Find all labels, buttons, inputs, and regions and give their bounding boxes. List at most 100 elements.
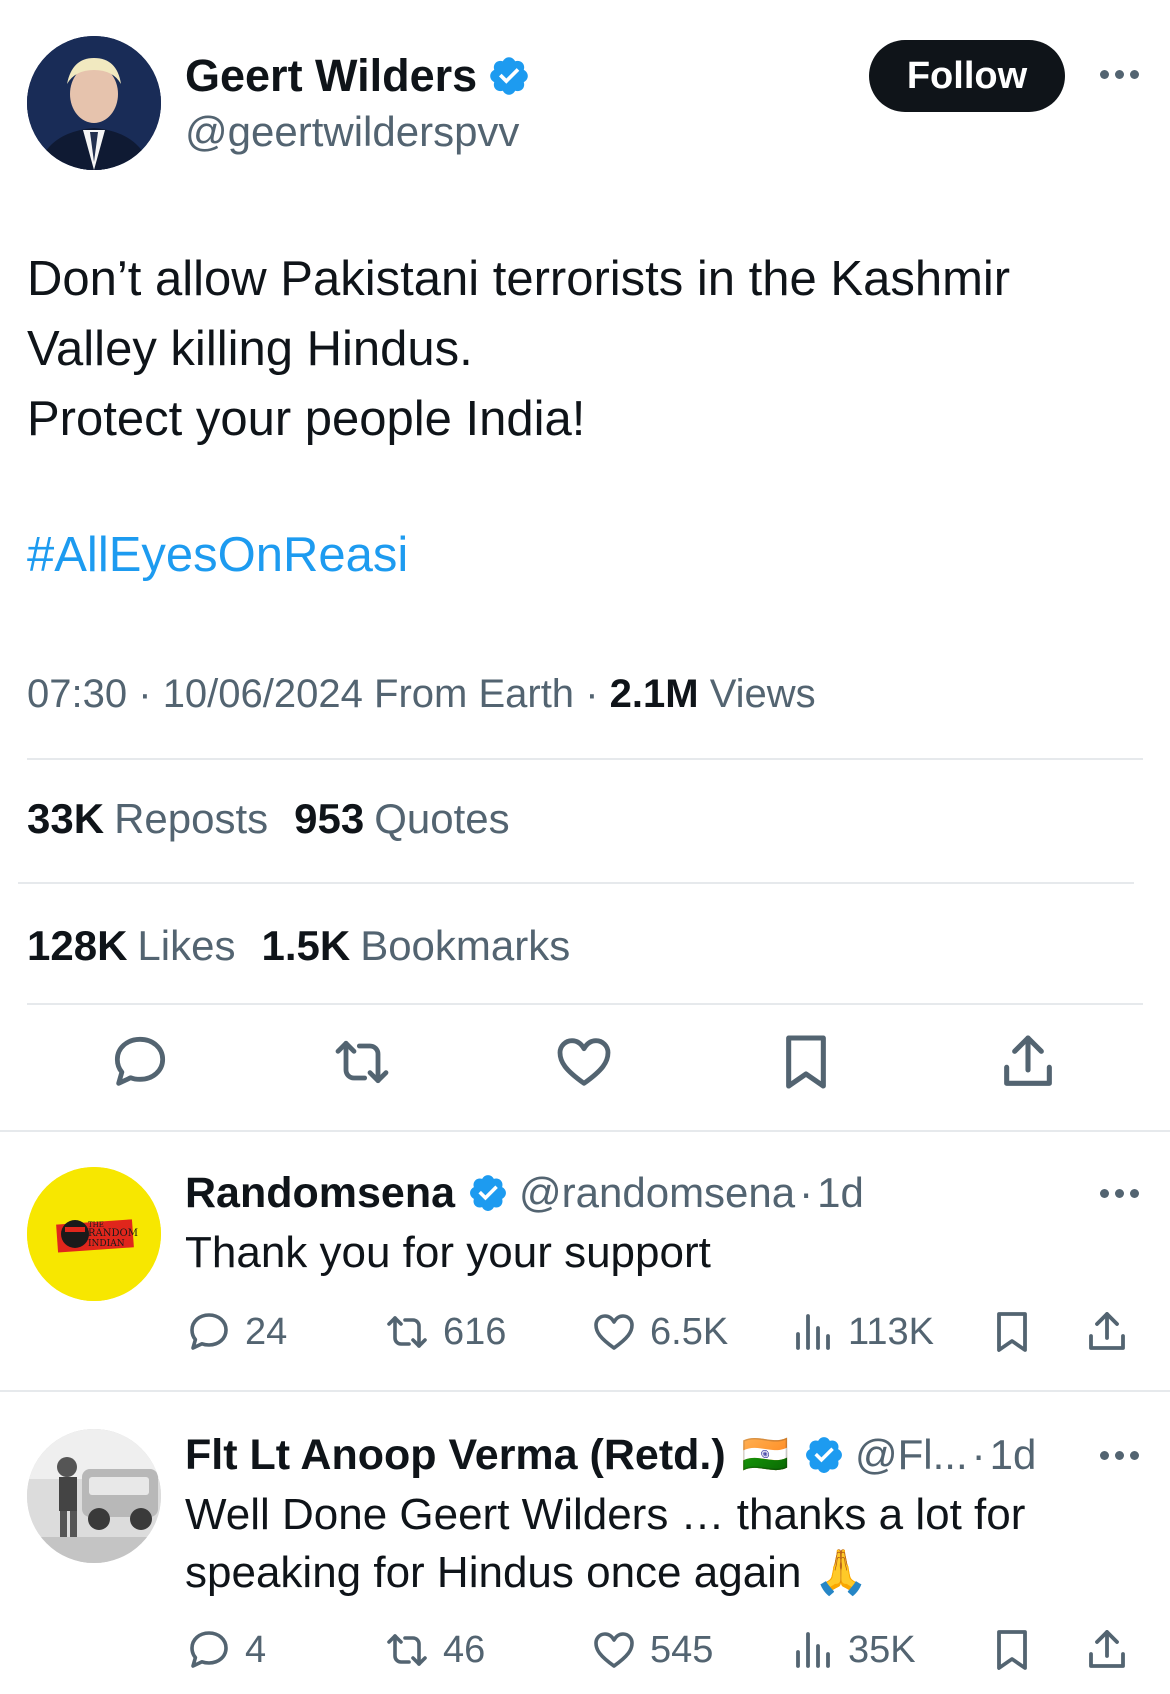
likes-bookmarks-stats: 128K Likes 1.5K Bookmarks: [27, 918, 570, 974]
views-count: 113K: [848, 1310, 934, 1353]
reposts-count: 33K: [27, 795, 105, 842]
repost-icon: [387, 1634, 427, 1666]
divider: [27, 1003, 1143, 1005]
reply-icon[interactable]: [108, 1030, 172, 1094]
reply-header: Flt Lt Anoop Verma (Retd.) 🇮🇳 @Fl... · 1…: [185, 1427, 1036, 1483]
bookmarks-label: Bookmarks: [360, 922, 571, 969]
more-options-icon[interactable]: [1100, 1451, 1139, 1460]
reply-author-handle[interactable]: @randomsena: [519, 1165, 795, 1221]
tweet-date[interactable]: 10/06/2024: [163, 672, 363, 716]
quotes-count: 953: [294, 795, 365, 842]
india-flag-icon: 🇮🇳: [741, 1434, 789, 1476]
reply-button[interactable]: 4: [185, 1622, 266, 1678]
bookmark-button[interactable]: [988, 1622, 1036, 1678]
hashtag-link[interactable]: #AllEyesOnReasi: [27, 520, 408, 590]
share-button[interactable]: [1083, 1622, 1131, 1678]
reply-avatar[interactable]: THE RANDOM INDIAN: [27, 1167, 161, 1301]
repost-icon: [387, 1316, 427, 1348]
divider: [18, 882, 1134, 884]
reposts-label: Reposts: [114, 795, 269, 842]
repost-icon[interactable]: [330, 1030, 394, 1094]
tweet-source: From Earth: [374, 672, 575, 716]
quotes-label: Quotes: [374, 795, 510, 842]
share-icon: [1089, 1630, 1125, 1668]
like-icon: [594, 1314, 634, 1350]
reply-avatar[interactable]: [27, 1429, 161, 1563]
bookmark-button[interactable]: [988, 1304, 1036, 1360]
likes-count: 128K: [27, 922, 128, 969]
like-button[interactable]: 6.5K: [590, 1304, 728, 1360]
like-icon: [594, 1632, 634, 1668]
author-name-row[interactable]: Geert Wilders: [185, 48, 531, 104]
reply-icon: [190, 1631, 228, 1668]
reply-item[interactable]: Flt Lt Anoop Verma (Retd.) 🇮🇳 @Fl... · 1…: [0, 1392, 1170, 1694]
reply-author-name[interactable]: Flt Lt Anoop Verma (Retd.): [185, 1427, 726, 1483]
views-count: 35K: [848, 1628, 916, 1671]
tweet-time[interactable]: 07:30: [27, 672, 127, 716]
bookmarks-stat[interactable]: 1.5K Bookmarks: [261, 922, 570, 969]
views-button[interactable]: 35K: [788, 1622, 916, 1678]
bookmark-icon: [997, 1312, 1027, 1352]
reply-age[interactable]: 1d: [990, 1427, 1037, 1483]
meta-separator: ·: [585, 672, 599, 716]
views-icon: [796, 1314, 830, 1350]
reply-actions: 4 46 545 35K: [185, 1622, 1145, 1678]
reply-text-line: Thank you for your support: [185, 1228, 711, 1277]
tweet-meta: 07:30 · 10/06/2024 From Earth · 2.1M Vie…: [27, 666, 816, 722]
verified-badge-icon: [490, 57, 528, 95]
tweet-text-line: Protect your people India!: [27, 392, 586, 446]
bookmark-icon: [997, 1630, 1027, 1670]
meta-separator: ·: [971, 1431, 986, 1478]
reply-header: Randomsena @randomsena · 1d: [185, 1165, 864, 1221]
like-count: 545: [650, 1628, 714, 1671]
author-avatar-image: [27, 36, 161, 170]
reply-text: Well Done Geert Wilders … thanks a lot f…: [185, 1486, 1025, 1602]
meta-separator: ·: [138, 672, 152, 716]
reply-text-line: speaking for Hindus once again 🙏: [185, 1548, 869, 1597]
reply-avatar-image: [27, 1429, 161, 1563]
reply-count: 4: [245, 1628, 267, 1671]
like-button[interactable]: 545: [590, 1622, 713, 1678]
like-count: 6.5K: [650, 1310, 729, 1353]
more-options-icon[interactable]: [1100, 70, 1139, 79]
tweet-text-line: Valley killing Hindus.: [27, 322, 473, 376]
reply-text: Thank you for your support: [185, 1224, 711, 1282]
repost-button[interactable]: 46: [383, 1622, 485, 1678]
reposts-stat[interactable]: 33K Reposts: [27, 795, 268, 842]
views-button[interactable]: 113K: [788, 1304, 934, 1360]
author-handle[interactable]: @geertwilderspvv: [185, 104, 519, 160]
reply-author-name[interactable]: Randomsena: [185, 1165, 455, 1221]
views-icon: [796, 1632, 830, 1668]
likes-label: Likes: [137, 922, 236, 969]
author-name[interactable]: Geert Wilders: [185, 48, 477, 104]
logo-text: RANDOM: [88, 1228, 138, 1239]
divider: [27, 758, 1143, 760]
tweet-text-line: Don’t allow Pakistani terrorists in the …: [27, 252, 1011, 306]
share-button[interactable]: [1083, 1304, 1131, 1360]
bookmarks-count: 1.5K: [261, 922, 351, 969]
more-options-icon[interactable]: [1100, 1189, 1139, 1198]
verified-badge-icon: [806, 1437, 842, 1473]
reply-age[interactable]: 1d: [817, 1165, 864, 1221]
reply-item[interactable]: THE RANDOM INDIAN Randomsena @randomsena…: [0, 1130, 1170, 1392]
follow-button[interactable]: Follow: [869, 40, 1065, 112]
author-avatar[interactable]: [27, 36, 161, 170]
reposts-quotes-stats: 33K Reposts 953 Quotes: [27, 791, 510, 847]
share-icon[interactable]: [996, 1030, 1060, 1094]
reply-author-handle[interactable]: @Fl...: [855, 1427, 968, 1483]
views-count: 2.1M: [609, 672, 699, 716]
views-label: Views: [709, 672, 816, 716]
logo-text: INDIAN: [88, 1239, 125, 1249]
reply-button[interactable]: 24: [185, 1304, 287, 1360]
bookmark-icon[interactable]: [774, 1030, 838, 1094]
repost-count: 46: [443, 1628, 486, 1671]
quotes-stat[interactable]: 953 Quotes: [294, 795, 510, 842]
reply-actions: 24 616 6.5K 113K: [185, 1304, 1145, 1360]
repost-count: 616: [443, 1310, 507, 1353]
likes-stat[interactable]: 128K Likes: [27, 922, 235, 969]
reply-count: 24: [245, 1310, 288, 1353]
repost-button[interactable]: 616: [383, 1304, 506, 1360]
randomsena-logo: THE RANDOM INDIAN: [27, 1167, 161, 1301]
tweet-actions: [0, 1030, 1170, 1100]
like-icon[interactable]: [552, 1030, 616, 1094]
